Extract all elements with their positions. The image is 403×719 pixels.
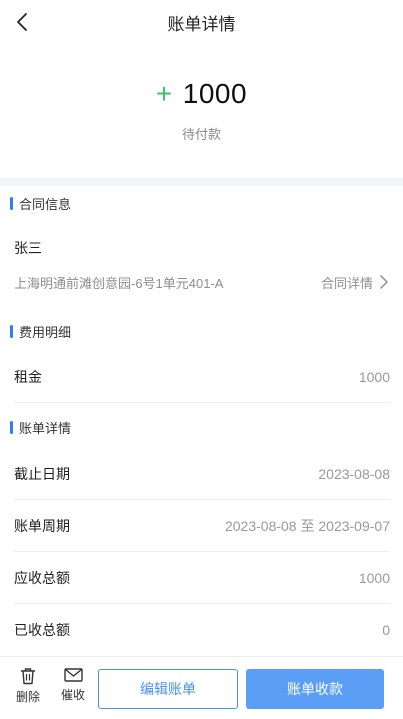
envelope-icon bbox=[63, 668, 83, 682]
collect-payment-button[interactable]: 账单收款 bbox=[246, 669, 384, 709]
chevron-right-icon bbox=[380, 275, 388, 289]
remind-label: 催收 bbox=[60, 688, 85, 702]
property-address: 上海明通前滩创意园-6号1单元401-A bbox=[14, 275, 224, 291]
section-title-text: 费用明细 bbox=[19, 325, 72, 340]
bill-content: 合同信息 张三 上海明通前滩创意园-6号1单元401-A 合同详情 费用明细 租… bbox=[0, 186, 403, 656]
fee-label: 租金 bbox=[14, 369, 42, 385]
address-row: 上海明通前滩创意园-6号1单元401-A 合同详情 bbox=[14, 270, 390, 294]
section-title-bill: 账单详情 bbox=[10, 418, 71, 437]
fee-row: 租金 1000 bbox=[14, 352, 390, 403]
fee-value: 1000 bbox=[358, 369, 390, 385]
amount-sign: + bbox=[155, 78, 173, 109]
section-title-text: 账单详情 bbox=[19, 421, 72, 436]
page-title: 账单详情 bbox=[167, 14, 236, 34]
payment-status: 待付款 bbox=[181, 127, 221, 142]
trash-icon bbox=[20, 668, 36, 685]
back-button[interactable] bbox=[8, 8, 36, 36]
delete-label: 删除 bbox=[15, 690, 40, 704]
tenant-name: 张三 bbox=[14, 240, 42, 256]
bill-row-receivable: 应收总额 1000 bbox=[14, 552, 390, 604]
remind-button[interactable]: 催收 bbox=[56, 663, 90, 711]
action-bar: 删除 催收 编辑账单 账单收款 bbox=[0, 656, 403, 719]
bill-row-received: 已收总额 0 bbox=[14, 604, 390, 655]
amount-value: 1000 bbox=[182, 78, 248, 109]
bill-row-due-date: 截止日期 2023-08-08 bbox=[14, 448, 390, 500]
amount-summary: +1000 待付款 bbox=[0, 44, 403, 178]
edit-bill-button[interactable]: 编辑账单 bbox=[98, 669, 238, 709]
receivable-label: 应收总额 bbox=[14, 569, 70, 586]
section-marker bbox=[10, 421, 13, 434]
period-label: 账单周期 bbox=[14, 517, 70, 534]
section-marker bbox=[10, 197, 13, 210]
tenant-row: 张三 bbox=[14, 236, 390, 260]
contract-details-label: 合同详情 bbox=[320, 275, 373, 291]
top-bar: 账单详情 bbox=[0, 0, 403, 44]
section-title-fees: 费用明细 bbox=[10, 322, 71, 341]
delete-button[interactable]: 删除 bbox=[11, 663, 45, 711]
receivable-value: 1000 bbox=[358, 569, 390, 586]
section-title-text: 合同信息 bbox=[19, 197, 72, 212]
received-label: 已收总额 bbox=[14, 621, 70, 638]
period-value: 2023-08-08 至 2023-09-07 bbox=[224, 517, 390, 534]
bill-row-period: 账单周期 2023-08-08 至 2023-09-07 bbox=[14, 500, 390, 552]
due-date-value: 2023-08-08 bbox=[318, 465, 390, 482]
section-title-contract: 合同信息 bbox=[10, 194, 71, 213]
due-date-label: 截止日期 bbox=[14, 465, 70, 482]
chevron-left-icon bbox=[17, 13, 27, 31]
received-value: 0 bbox=[382, 621, 390, 638]
amount-display: +1000 bbox=[0, 78, 403, 110]
section-marker bbox=[10, 325, 13, 338]
contract-details-link[interactable]: 合同详情 bbox=[321, 273, 390, 292]
